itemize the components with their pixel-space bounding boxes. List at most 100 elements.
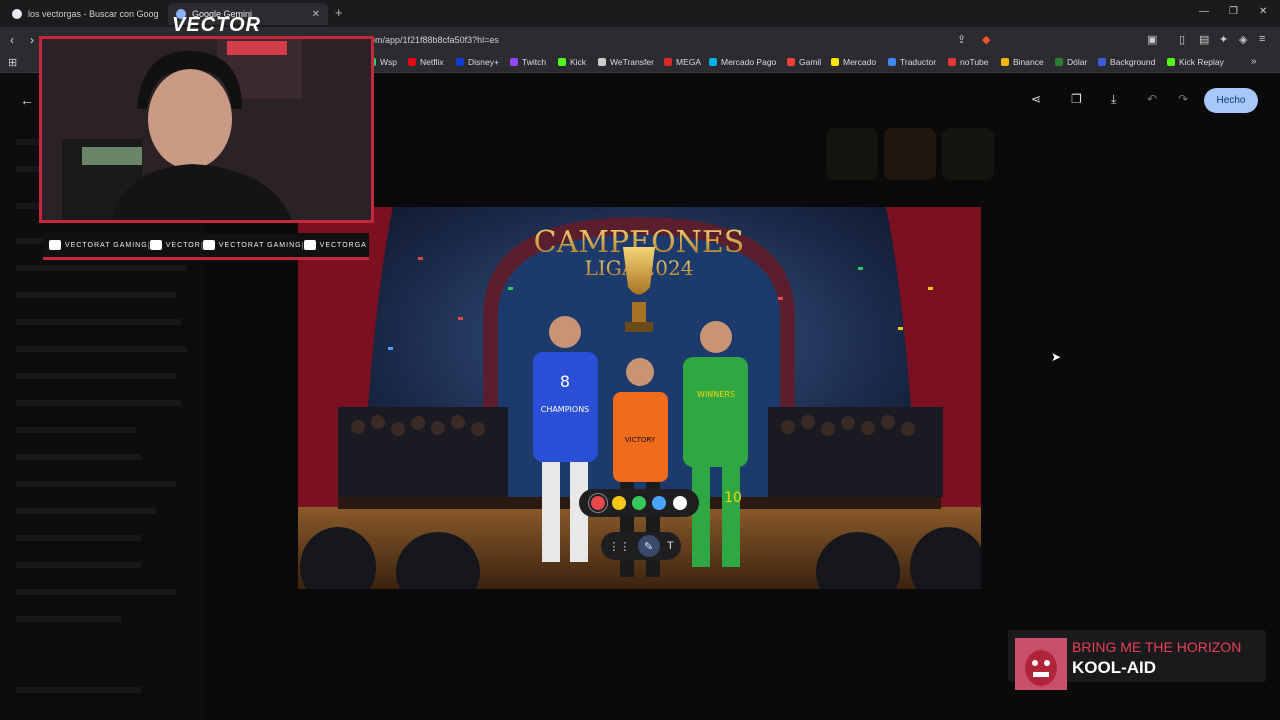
instagram-icon bbox=[303, 240, 316, 250]
draw-icon[interactable]: ✎ bbox=[637, 535, 660, 557]
bookmark[interactable]: MEGA bbox=[664, 57, 701, 67]
bookmark[interactable]: Kick bbox=[558, 57, 586, 67]
album-art bbox=[1015, 638, 1067, 690]
mercado-libre-icon bbox=[831, 58, 839, 66]
dollar-icon bbox=[1055, 58, 1063, 66]
now-playing-track: KOOL-AID bbox=[1072, 658, 1157, 677]
minimize-icon[interactable]: — bbox=[1199, 6, 1209, 17]
bookmark-label: Disney+ bbox=[468, 57, 499, 67]
streamer-name: VECTOR bbox=[172, 14, 261, 36]
bookmark[interactable]: Twitch bbox=[510, 57, 546, 67]
color-palette bbox=[579, 489, 699, 517]
color-blue-swatch[interactable] bbox=[652, 496, 667, 510]
bookmark-label: Binance bbox=[1013, 57, 1044, 67]
close-tab-icon[interactable]: ✕ bbox=[312, 9, 320, 20]
copy-icon[interactable]: ❐ bbox=[1071, 92, 1082, 106]
url-field[interactable]: om/app/1f21f88b8cfa50f3?hl=es bbox=[370, 35, 499, 45]
netflix-icon bbox=[408, 58, 416, 66]
disney-icon bbox=[456, 58, 464, 66]
color-white-swatch[interactable] bbox=[672, 496, 687, 510]
color-red-swatch[interactable] bbox=[591, 496, 606, 510]
now-playing-widget: BRING ME THE HORIZON KOOL-AID bbox=[1008, 630, 1266, 690]
leo-ai-icon[interactable]: ✦ bbox=[1219, 33, 1228, 46]
jersey-left-number: 8 bbox=[560, 372, 570, 391]
bookmark-label: Twitch bbox=[522, 57, 547, 67]
binance-icon bbox=[1001, 58, 1009, 66]
gallery-thumb bbox=[884, 128, 936, 180]
player-right bbox=[683, 357, 748, 467]
text-tool-icon[interactable]: T bbox=[667, 540, 674, 552]
mouse-cursor-icon: ➤ bbox=[1051, 350, 1062, 364]
translate-icon bbox=[888, 58, 896, 66]
webcam-feed bbox=[42, 39, 371, 220]
share-icon[interactable]: ⋖ bbox=[1031, 92, 1041, 106]
google-icon bbox=[12, 9, 22, 19]
drag-handle-icon[interactable]: ⋮⋮ bbox=[608, 540, 630, 553]
social-instagram: VECTORGA bbox=[303, 240, 367, 250]
brave-shield-icon[interactable]: ◆ bbox=[982, 33, 990, 46]
bookmark-label: MEGA bbox=[676, 57, 702, 67]
bookmark[interactable]: Dólar bbox=[1055, 57, 1087, 67]
color-yellow-swatch[interactable] bbox=[611, 496, 626, 510]
twitch-icon bbox=[149, 240, 162, 250]
bookmark-label: Dólar bbox=[1067, 57, 1088, 67]
social-youtube: VECTORAT GAMING bbox=[49, 240, 148, 250]
extensions-icon[interactable]: ▣ bbox=[1147, 33, 1157, 46]
bookmark-label: Kick Replay bbox=[1179, 57, 1224, 67]
gallery-thumb bbox=[942, 128, 994, 180]
close-window-icon[interactable]: ✕ bbox=[1259, 6, 1267, 17]
share-page-icon[interactable]: ⇪ bbox=[957, 33, 966, 46]
bookmark-label: Wsp bbox=[380, 57, 397, 67]
bookmark[interactable]: Mercado bbox=[831, 57, 876, 67]
undo-icon[interactable]: ↶ bbox=[1147, 92, 1157, 106]
background-icon bbox=[1098, 58, 1106, 66]
bookmark[interactable]: WeTransfer bbox=[598, 57, 654, 67]
social-label: VECTORAT GAMING bbox=[218, 241, 302, 249]
sidebar-icon[interactable]: ▯ bbox=[1179, 33, 1185, 46]
forward-icon[interactable]: › bbox=[30, 33, 34, 47]
mercado-pago-icon bbox=[709, 58, 717, 66]
tab-google-search[interactable]: los vectorgas - Buscar con Google bbox=[4, 3, 166, 25]
tab-label: los vectorgas - Buscar con Google bbox=[28, 9, 158, 19]
bookmark-label: Mercado bbox=[843, 57, 877, 67]
gallery-thumb bbox=[826, 128, 878, 180]
bookmark[interactable]: Traductor bbox=[888, 57, 936, 67]
bookmark[interactable]: noTube bbox=[948, 57, 989, 67]
restore-icon[interactable]: ❐ bbox=[1229, 6, 1238, 17]
bookmark-label: Background bbox=[1110, 57, 1156, 67]
screen: los vectorgas - Buscar con Google Google… bbox=[0, 0, 1280, 720]
bookmark-label: Mercado Pago bbox=[721, 57, 777, 67]
webcam-overlay bbox=[39, 36, 374, 223]
bookmark[interactable]: Disney+ bbox=[456, 57, 499, 67]
kick-replay-icon bbox=[1167, 58, 1175, 66]
apps-icon[interactable]: ⊞ bbox=[8, 56, 17, 69]
bookmark[interactable]: Gamil bbox=[787, 57, 821, 67]
redo-icon[interactable]: ↷ bbox=[1178, 92, 1188, 106]
menu-icon[interactable]: ≡ bbox=[1259, 33, 1265, 45]
bookmark-label: noTube bbox=[960, 57, 989, 67]
bookmark-label: Gamil bbox=[799, 57, 822, 67]
vpn-icon[interactable]: ◈ bbox=[1239, 33, 1247, 46]
social-label: VECTORAT GAMING bbox=[65, 241, 148, 249]
done-button[interactable]: Hecho bbox=[1204, 88, 1258, 113]
jersey-right-text: WINNERS bbox=[697, 390, 735, 399]
color-green-swatch[interactable] bbox=[631, 496, 646, 510]
bookmark[interactable]: Mercado Pago bbox=[709, 57, 776, 67]
twitch-icon bbox=[510, 58, 518, 66]
wetransfer-icon bbox=[598, 58, 606, 66]
bookmark-label: Traductor bbox=[900, 57, 937, 67]
back-arrow-icon[interactable]: ← bbox=[20, 92, 34, 108]
social-links-bar: VECTORAT GAMING | VECTOR | VECTORAT GAMI… bbox=[43, 233, 369, 260]
more-bookmarks-icon[interactable]: » bbox=[1251, 56, 1257, 67]
download-icon[interactable]: ⤓ bbox=[1111, 92, 1116, 107]
social-twitch: VECTOR bbox=[149, 240, 201, 250]
bookmark[interactable]: Kick Replay bbox=[1167, 57, 1224, 67]
bookmark[interactable]: Netflix bbox=[408, 57, 444, 67]
new-tab-icon[interactable]: + bbox=[335, 5, 343, 20]
youtube-icon bbox=[49, 240, 61, 250]
wallet-icon[interactable]: ▤ bbox=[1199, 33, 1209, 46]
social-twitter: VECTORAT GAMING bbox=[202, 240, 302, 250]
bookmark[interactable]: Background bbox=[1098, 57, 1155, 67]
bookmark[interactable]: Binance bbox=[1001, 57, 1044, 67]
back-icon[interactable]: ‹ bbox=[10, 33, 14, 47]
